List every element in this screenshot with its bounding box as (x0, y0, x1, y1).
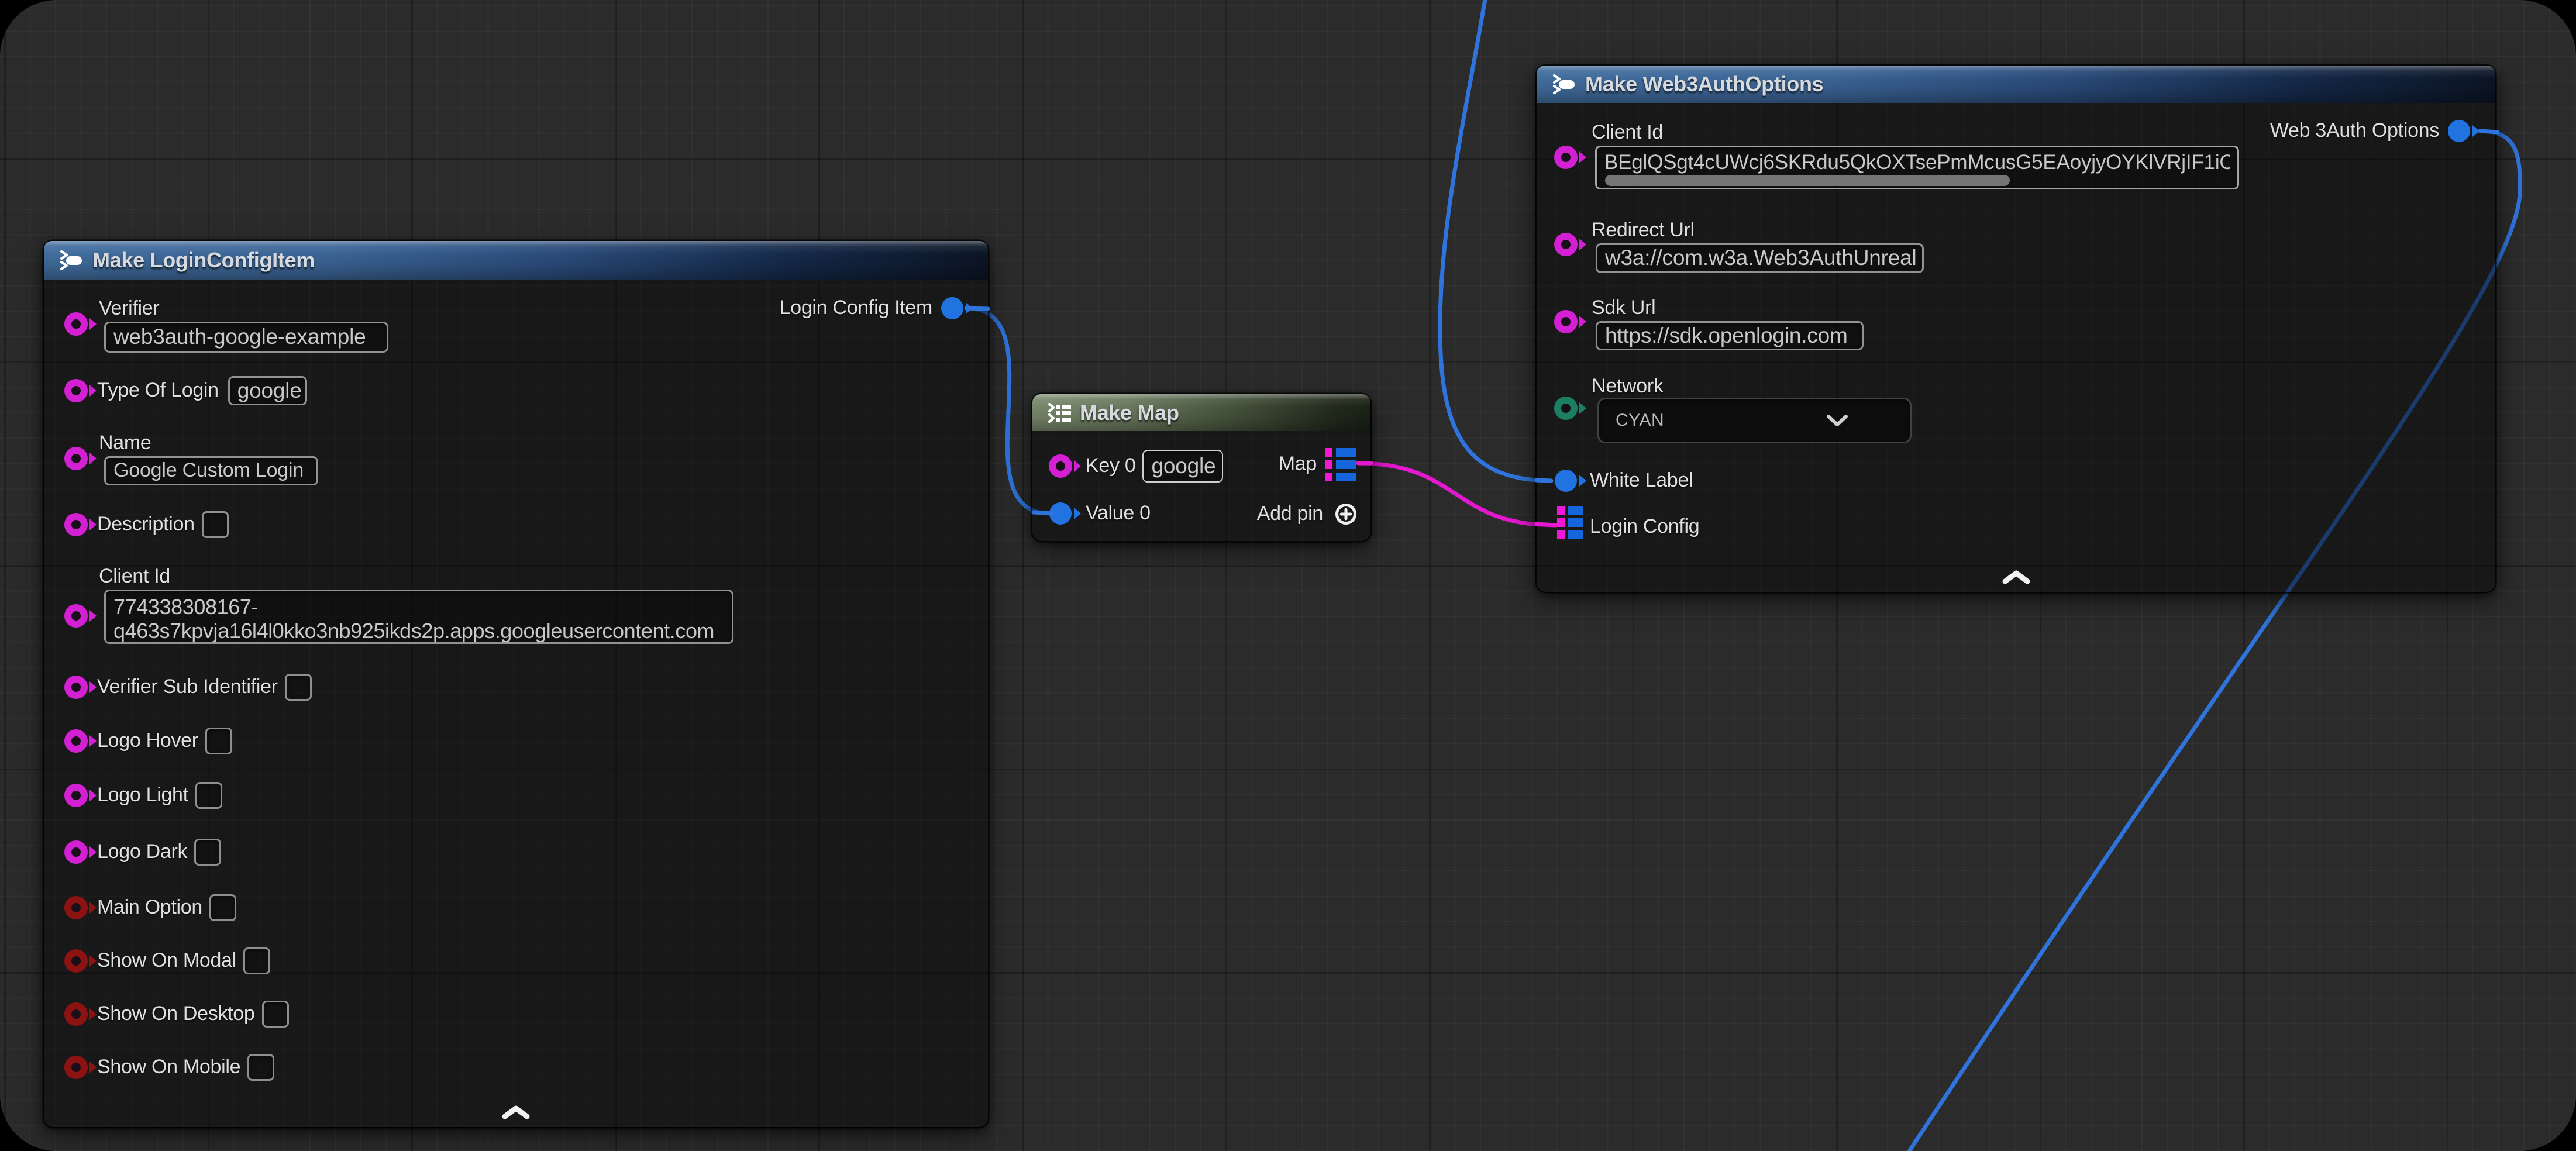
logo-light-checkbox[interactable] (195, 782, 222, 809)
add-pin-label: Add pin (1257, 504, 1323, 525)
pin-label-logo-light: Logo Light (97, 785, 188, 806)
show-on-mobile-checkbox[interactable] (247, 1054, 274, 1081)
network-dropdown-value: CYAN (1599, 411, 1664, 430)
login-config-map-pin-icon[interactable] (1557, 506, 1583, 539)
show-on-modal-checkbox[interactable] (243, 947, 270, 974)
client-id-field[interactable]: 774338308167- q463s7kpvja16l4l0kko3nb925… (104, 590, 733, 644)
verifier-field[interactable]: web3auth-google-example (104, 322, 388, 353)
pin-logo-hover[interactable] (64, 729, 88, 753)
node-header-make-web3authoptions[interactable]: Make Web3AuthOptions (1537, 66, 2495, 103)
pin-white-label[interactable] (1555, 470, 1577, 492)
pin-show-on-modal[interactable] (64, 949, 88, 973)
add-pin-icon[interactable] (1335, 503, 1357, 525)
pin-sdk-url[interactable] (1554, 310, 1578, 333)
make-struct-icon (1552, 73, 1575, 96)
dropdown-chevron-icon (1826, 413, 1848, 428)
pin-logo-dark[interactable] (64, 840, 88, 864)
main-option-checkbox[interactable] (209, 894, 236, 921)
pin-label-name: Name (99, 433, 318, 454)
pin-key-0[interactable] (1049, 454, 1072, 478)
node-header-make-loginconfigitem[interactable]: Make LoginConfigItem (44, 241, 988, 280)
pin-label-type-of-login: Type Of Login (97, 380, 219, 401)
pin-redirect-url[interactable] (1554, 233, 1578, 256)
node-header-make-map[interactable]: Make Map (1032, 394, 1370, 431)
pin-label-description: Description (97, 514, 195, 535)
output-label-map: Map (1279, 454, 1317, 475)
pin-label-logo-hover: Logo Hover (97, 730, 198, 752)
client-id-field-scrollbar[interactable] (1605, 175, 2010, 186)
verifier-sub-identifier-checkbox[interactable] (285, 674, 312, 701)
blueprint-graph-canvas[interactable]: Make LoginConfigItem Login Config Item V… (0, 0, 2576, 1151)
client-id-field[interactable]: BEglQSgt4cUWcj6SKRdu5QkOXTsePmMcusG5EAoy… (1595, 146, 2239, 189)
pin-label-redirect-url: Redirect Url (1592, 220, 1924, 241)
pin-label-main-option: Main Option (97, 897, 202, 918)
sdk-url-field[interactable]: https://sdk.openlogin.com (1596, 321, 1864, 350)
pin-label-key-0: Key 0 (1086, 456, 1135, 477)
redirect-url-field[interactable]: w3a://com.w3a.Web3AuthUnreal (1596, 243, 1924, 273)
wire-top-to-whitelabel[interactable] (1440, 0, 1551, 481)
node-title: Make LoginConfigItem (92, 248, 315, 273)
pin-verifier-sub-identifier[interactable] (64, 676, 88, 699)
node-make-map[interactable]: Make Map Key 0 google Map Value 0 (1032, 394, 1370, 541)
collapse-chevron-icon[interactable] (2002, 570, 2030, 585)
output-pin-web3auth-options[interactable] (2448, 120, 2470, 142)
type-of-login-field[interactable]: google (228, 376, 307, 405)
pin-logo-light[interactable] (64, 784, 88, 807)
pin-label-sdk-url: Sdk Url (1592, 298, 1864, 319)
pin-value-0[interactable] (1049, 502, 1072, 525)
pin-type-of-login[interactable] (64, 379, 88, 402)
collapse-chevron-icon[interactable] (502, 1105, 530, 1120)
wire-map-to-loginconfig[interactable] (1358, 463, 1554, 525)
pin-label-logo-dark: Logo Dark (97, 842, 187, 863)
pin-label-client-id: Client Id (99, 566, 733, 587)
output-label-login-config-item: Login Config Item (780, 298, 932, 319)
pin-label-verifier: Verifier (99, 298, 388, 319)
node-title: Make Map (1080, 401, 1179, 425)
pin-network[interactable] (1554, 397, 1578, 420)
make-map-icon (1048, 401, 1071, 425)
node-title: Make Web3AuthOptions (1585, 72, 1823, 97)
show-on-desktop-checkbox[interactable] (262, 1001, 289, 1028)
pin-label-network: Network (1592, 376, 1664, 397)
node-make-web3authoptions[interactable]: Make Web3AuthOptions Web 3Auth Options C… (1537, 66, 2495, 592)
pin-label-show-on-mobile: Show On Mobile (97, 1057, 240, 1078)
logo-hover-checkbox[interactable] (205, 728, 232, 754)
pin-main-option[interactable] (64, 896, 88, 919)
logo-dark-checkbox[interactable] (194, 839, 221, 866)
output-label-web3auth-options: Web 3Auth Options (2270, 120, 2439, 142)
network-dropdown[interactable]: CYAN (1597, 398, 1912, 443)
pin-label-show-on-modal: Show On Modal (97, 950, 236, 971)
map-pin-icon[interactable] (1325, 448, 1356, 481)
pin-label-client-id: Client Id (1592, 122, 2239, 143)
pin-label-show-on-desktop: Show On Desktop (97, 1004, 255, 1025)
node-make-loginconfigitem[interactable]: Make LoginConfigItem Login Config Item V… (44, 241, 988, 1127)
pin-description[interactable] (64, 513, 88, 536)
make-struct-icon (59, 249, 82, 272)
pin-name[interactable] (64, 447, 88, 470)
pin-client-id[interactable] (64, 604, 88, 628)
pin-label-verifier-sub-identifier: Verifier Sub Identifier (97, 677, 278, 698)
pin-label-login-config: Login Config (1590, 516, 1699, 537)
description-checkbox[interactable] (202, 511, 229, 538)
name-field[interactable]: Google Custom Login (104, 456, 318, 485)
pin-show-on-desktop[interactable] (64, 1002, 88, 1026)
pin-client-id[interactable] (1554, 146, 1578, 169)
output-pin-login-config-item[interactable] (941, 297, 963, 319)
pin-label-white-label: White Label (1590, 470, 1693, 491)
pin-verifier[interactable] (64, 312, 88, 336)
pin-show-on-mobile[interactable] (64, 1056, 88, 1079)
key-0-field[interactable]: google (1142, 450, 1223, 483)
pin-label-value-0: Value 0 (1086, 503, 1151, 524)
